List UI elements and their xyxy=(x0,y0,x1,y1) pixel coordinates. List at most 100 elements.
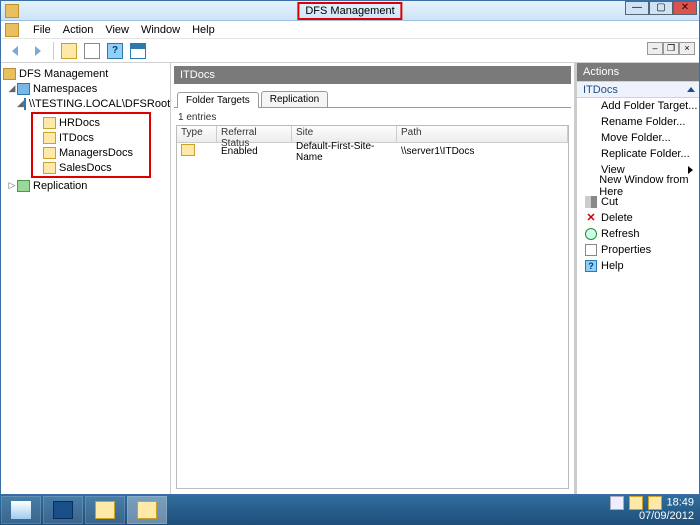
expander-icon[interactable]: ◢ xyxy=(17,98,24,109)
mdi-restore[interactable]: ❐ xyxy=(663,42,679,55)
blank-icon xyxy=(585,116,597,128)
tree-namespace-path[interactable]: ◢ \\TESTING.LOCAL\DFSRoot xyxy=(3,96,168,111)
close-button[interactable]: ✕ xyxy=(673,1,697,15)
sound-icon[interactable] xyxy=(648,496,662,510)
back-button[interactable] xyxy=(5,41,25,61)
app-icon xyxy=(5,4,19,18)
action-cut[interactable]: Cut xyxy=(577,194,699,210)
folder-icon xyxy=(43,147,56,159)
action-delete[interactable]: ✕ Delete xyxy=(577,210,699,226)
cell-type xyxy=(177,143,217,160)
blank-icon xyxy=(585,132,597,144)
toolbar-new-window[interactable] xyxy=(59,41,79,61)
mdi-minimize[interactable]: – xyxy=(647,42,663,55)
sheet-icon xyxy=(84,43,100,59)
powershell-icon xyxy=(53,501,73,519)
folder-icon xyxy=(43,162,56,174)
col-path[interactable]: Path xyxy=(397,126,568,142)
action-label: Add Folder Target... xyxy=(601,100,697,112)
actions-pane: Actions ITDocs Add Folder Target... Rena… xyxy=(574,63,699,494)
dfs-taskbar-icon xyxy=(137,501,157,519)
action-label: Move Folder... xyxy=(601,132,671,144)
refresh-icon xyxy=(585,228,597,240)
actions-header: Actions xyxy=(577,63,699,81)
toolbar-schedule[interactable] xyxy=(128,41,148,61)
actions-subheader[interactable]: ITDocs xyxy=(577,81,699,98)
mmc-icon xyxy=(5,23,19,37)
tab-folder-targets[interactable]: Folder Targets xyxy=(177,92,259,108)
action-add-folder-target[interactable]: Add Folder Target... xyxy=(577,98,699,114)
tree-folder-managersdocs[interactable]: ManagersDocs xyxy=(33,145,149,160)
action-rename-folder[interactable]: Rename Folder... xyxy=(577,114,699,130)
calendar-icon xyxy=(130,43,146,59)
network-icon[interactable] xyxy=(629,496,643,510)
flag-icon[interactable] xyxy=(610,496,624,510)
blank-icon xyxy=(585,180,595,192)
center-header: ITDocs xyxy=(174,66,571,84)
submenu-arrow-icon xyxy=(688,166,693,174)
action-label: Rename Folder... xyxy=(601,116,685,128)
entries-count: 1 entries xyxy=(174,108,571,125)
blank-icon xyxy=(585,148,597,160)
action-properties[interactable]: Properties xyxy=(577,242,699,258)
namespace-icon xyxy=(24,98,26,110)
tree-folder-salesdocs[interactable]: SalesDocs xyxy=(33,160,149,175)
cut-icon xyxy=(585,196,597,208)
forward-button[interactable] xyxy=(28,41,48,61)
cell-site: Default-First-Site-Name xyxy=(292,140,397,164)
taskbar-dfs[interactable] xyxy=(127,496,167,524)
tab-replication[interactable]: Replication xyxy=(261,91,328,107)
window-title: DFS Management xyxy=(297,2,402,20)
menubar: File Action View Window Help – ❐ × xyxy=(1,21,699,39)
action-label: Help xyxy=(601,260,624,272)
menu-help[interactable]: Help xyxy=(192,24,215,36)
expander-icon[interactable]: ▷ xyxy=(7,180,17,191)
maximize-button[interactable]: ▢ xyxy=(649,1,673,15)
action-label: Delete xyxy=(601,212,633,224)
tray-date: 07/09/2012 xyxy=(639,510,694,522)
col-type[interactable]: Type xyxy=(177,126,217,142)
taskbar: 18:49 07/09/2012 xyxy=(0,495,700,525)
folder-label: SalesDocs xyxy=(59,162,112,174)
arrow-right-icon xyxy=(35,46,41,56)
action-new-window[interactable]: New Window from Here xyxy=(577,178,699,194)
minimize-button[interactable]: — xyxy=(625,1,649,15)
toolbar-help[interactable]: ? xyxy=(105,41,125,61)
grid-row[interactable]: Enabled Default-First-Site-Name \\server… xyxy=(177,143,568,160)
mdi-close[interactable]: × xyxy=(679,42,695,55)
action-move-folder[interactable]: Move Folder... xyxy=(577,130,699,146)
delete-icon: ✕ xyxy=(585,212,597,224)
center-pane: ITDocs Folder Targets Replication 1 entr… xyxy=(171,63,574,494)
tree-folder-hrdocs[interactable]: HRDocs xyxy=(33,115,149,130)
action-replicate-folder[interactable]: Replicate Folder... xyxy=(577,146,699,162)
start-button[interactable] xyxy=(1,496,41,524)
col-referral[interactable]: Referral Status xyxy=(217,126,292,142)
folders-highlight: HRDocs ITDocs ManagersDocs SalesDocs xyxy=(31,112,151,178)
tree-pane: DFS Management ◢ Namespaces ◢ \\TESTING.… xyxy=(1,63,171,494)
system-tray[interactable]: 18:49 07/09/2012 xyxy=(610,496,694,523)
expander-icon[interactable]: ◢ xyxy=(7,83,17,94)
taskbar-powershell[interactable] xyxy=(43,496,83,524)
help-icon: ? xyxy=(107,43,123,59)
menu-file[interactable]: File xyxy=(33,24,51,36)
action-refresh[interactable]: Refresh xyxy=(577,226,699,242)
tree-root-label: DFS Management xyxy=(19,68,108,80)
menu-view[interactable]: View xyxy=(105,24,129,36)
taskbar-explorer[interactable] xyxy=(85,496,125,524)
target-icon xyxy=(181,144,195,156)
toolbar-properties[interactable] xyxy=(82,41,102,61)
start-icon xyxy=(11,501,31,519)
tree-folder-itdocs[interactable]: ITDocs xyxy=(33,130,149,145)
menu-action[interactable]: Action xyxy=(63,24,94,36)
toolbar-separator xyxy=(53,42,54,60)
tree-replication[interactable]: ▷ Replication xyxy=(3,178,168,193)
blank-icon xyxy=(585,100,597,112)
actions-sub-label: ITDocs xyxy=(583,84,618,96)
actions-header-label: Actions xyxy=(583,66,619,78)
action-help[interactable]: ?Help xyxy=(577,258,699,274)
tree-namespaces[interactable]: ◢ Namespaces xyxy=(3,81,168,96)
tree-root[interactable]: DFS Management xyxy=(3,66,168,81)
menu-window[interactable]: Window xyxy=(141,24,180,36)
content-area: DFS Management ◢ Namespaces ◢ \\TESTING.… xyxy=(1,63,699,494)
explorer-icon xyxy=(95,501,115,519)
